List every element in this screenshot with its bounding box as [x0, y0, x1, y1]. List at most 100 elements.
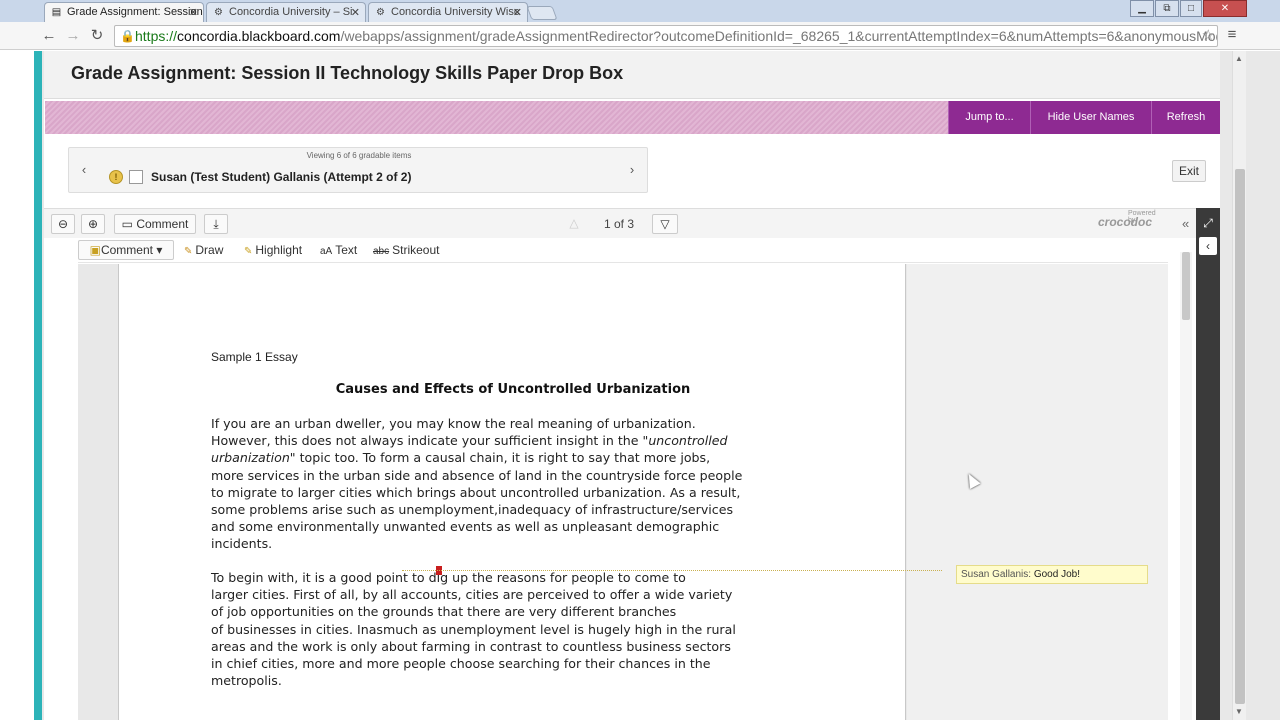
page-icon: ▤ — [51, 7, 62, 18]
essay-title: Causes and Effects of Uncontrolled Urban… — [335, 382, 691, 397]
left-accent-stripe — [34, 51, 42, 720]
globe-icon: ⚙ — [214, 7, 223, 18]
comments-panel — [907, 264, 1168, 720]
next-page-icon[interactable]: ▽ — [652, 214, 678, 234]
title-bar: Grade Assignment: Session II Technology … — [44, 51, 1220, 99]
comment-note[interactable]: Susan Gallanis: Good Job! — [956, 565, 1148, 584]
tab-concordia-si[interactable]: ⚙ Concordia University – Si ✕ — [206, 2, 366, 22]
close-icon[interactable]: ✕ — [351, 6, 360, 19]
maximize-icon[interactable]: □ — [1180, 0, 1202, 17]
close-icon[interactable]: ✕ — [189, 6, 198, 19]
url-path: /webapps/assignment/gradeAssignmentRedir… — [340, 28, 1218, 44]
highlight-label: Highlight — [255, 243, 303, 257]
scroll-down-icon[interactable]: ▼ — [1235, 707, 1243, 716]
essay-text: topic too. To form a causal chain, it is… — [295, 450, 711, 466]
forward-icon[interactable]: → — [62, 26, 84, 46]
essay-line: of job opportunities on the grounds that… — [211, 604, 677, 620]
annotation-toolbar: ▣Comment ▾ ✎ Draw ✎ Highlight aA Text abc St… — [78, 239, 1168, 263]
page-scrollbar-thumb[interactable] — [1235, 169, 1245, 704]
browser-tab-bar: ▤ Grade Assignment: Session ✕ ⚙ Concordi… — [0, 0, 1280, 22]
highlighter-icon: ✎ — [244, 246, 253, 257]
reload-icon[interactable]: ↻ — [86, 26, 108, 46]
address-bar[interactable]: 🔒 https://concordia.blackboard.com/webap… — [114, 25, 1218, 47]
fullscreen-icon[interactable]: ⤢ — [1199, 214, 1217, 232]
menu-icon[interactable]: ≡ — [1222, 26, 1242, 46]
refresh-button[interactable]: Refresh — [1151, 101, 1220, 134]
essay-line: and some environmentally unwanted events… — [211, 519, 720, 535]
strikeout-icon: abc — [373, 246, 390, 257]
powered-by-label: Powered by — [1128, 210, 1156, 224]
url-scheme: https:// — [135, 28, 178, 44]
tab-grade-assignment[interactable]: ▤ Grade Assignment: Session ✕ — [44, 2, 204, 22]
comment-author: Susan Gallanis: — [961, 569, 1032, 580]
next-attempt-icon[interactable]: › — [617, 148, 647, 192]
essay-line: metropolis. — [211, 673, 282, 689]
document-page[interactable]: Sample 1 Essay Causes and Effects of Unc… — [118, 264, 906, 720]
zoom-in-icon[interactable]: ⊕ — [81, 214, 105, 234]
chevron-down-icon: ▾ — [156, 243, 163, 257]
gradable-count: Viewing 6 of 6 gradable items — [306, 151, 412, 160]
text-tool[interactable]: aA Text — [320, 243, 357, 257]
restore-icon[interactable]: ⧉ — [1155, 0, 1179, 17]
download-icon[interactable]: ⤓ — [204, 214, 228, 234]
essay-line: some problems arise such as unemployment… — [211, 502, 734, 518]
essay-line: If you are an urban dweller, you may kno… — [211, 416, 696, 431]
comment-text: Good Job! — [1033, 569, 1080, 580]
comment-tool-button[interactable]: ▣Comment ▾ — [78, 240, 174, 260]
grading-content: Grade Assignment: Session II Technology … — [44, 51, 1220, 720]
student-attempt-label: ! Susan (Test Student) Gallanis (Attempt… — [109, 170, 411, 184]
essay-paragraph-2: To begin with, it is a good point to dig… — [211, 569, 821, 689]
essay-line: in chief cities, more and more people ch… — [211, 656, 711, 672]
essay-line: larger cities. First of all, by all acco… — [211, 587, 733, 603]
previous-page-icon[interactable]: △ — [562, 214, 586, 234]
comment-tool-label: Comment — [100, 243, 153, 257]
draw-tool[interactable]: ✎ Draw — [184, 243, 223, 257]
side-tools-panel: ⤢ ‹ — [1196, 208, 1220, 720]
previous-attempt-icon[interactable]: ‹ — [69, 148, 99, 192]
status-icon: ! — [109, 170, 123, 184]
exit-button[interactable]: Exit — [1172, 160, 1206, 182]
tab-label: Concordia University Wisc — [391, 6, 520, 18]
comment-toggle-button[interactable]: ▭ Comment — [114, 214, 196, 234]
page-title: Grade Assignment: Session II Technology … — [71, 63, 624, 83]
action-bar: Jump to... Hide User Names Refresh — [45, 101, 1220, 134]
url-host: concordia.blackboard.com — [177, 28, 341, 44]
browser-toolbar: ← → ↻ 🔒 https://concordia.blackboard.com… — [0, 22, 1280, 50]
lock-icon: 🔒 — [120, 29, 135, 43]
window-close-icon[interactable]: ✕ — [1203, 0, 1247, 17]
tab-concordia-wisc[interactable]: ⚙ Concordia University Wisc ✕ — [368, 2, 528, 22]
essay-emphasis: uncontrolled — [648, 433, 728, 449]
draw-label: Draw — [195, 243, 224, 257]
text-icon: aA — [320, 246, 333, 257]
essay-line: to migrate to larger cities which brings… — [211, 484, 741, 500]
jump-to-button[interactable]: Jump to... — [948, 101, 1030, 134]
document-scrollbar-thumb[interactable] — [1182, 252, 1190, 320]
speech-bubble-icon: ▭ — [121, 217, 133, 231]
bookmark-star-icon[interactable]: ☆ — [1202, 26, 1215, 46]
pencil-icon: ✎ — [184, 246, 193, 257]
hide-user-names-button[interactable]: Hide User Names — [1030, 101, 1151, 134]
new-tab-button[interactable] — [526, 6, 558, 20]
essay-emphasis: urbanization" — [211, 450, 296, 466]
essay-line: incidents. — [211, 536, 273, 552]
essay-line: However, this does not always indicate y… — [211, 432, 821, 449]
page: Grade Assignment: Session II Technology … — [0, 51, 1280, 720]
close-icon[interactable]: ✕ — [513, 6, 522, 19]
chevron-left-icon[interactable]: ‹ — [1199, 237, 1217, 255]
document-scrollbar[interactable] — [1180, 252, 1192, 720]
zoom-out-icon[interactable]: ⊖ — [51, 214, 75, 234]
scroll-up-icon[interactable]: ▲ — [1235, 54, 1243, 63]
minimize-icon[interactable]: ▁ — [1130, 0, 1154, 17]
collapse-panel-icon[interactable]: « — [1182, 216, 1189, 231]
document-area: Sample 1 Essay Causes and Effects of Unc… — [78, 264, 1168, 720]
essay-paragraph-1: If you are an urban dweller, you may kno… — [211, 415, 821, 553]
globe-icon: ⚙ — [376, 7, 385, 18]
comment-connector — [402, 570, 942, 571]
essay-line: of businesses in cities. Inasmuch as une… — [211, 621, 736, 637]
page-scrollbar[interactable]: ▲ ▼ — [1232, 51, 1246, 720]
back-icon[interactable]: ← — [38, 26, 60, 46]
tab-label: Concordia University – Si — [229, 6, 353, 18]
highlight-tool[interactable]: ✎ Highlight — [244, 243, 302, 257]
strikeout-label: Strikeout — [392, 243, 440, 257]
strikeout-tool[interactable]: abc Strikeout — [373, 243, 439, 257]
